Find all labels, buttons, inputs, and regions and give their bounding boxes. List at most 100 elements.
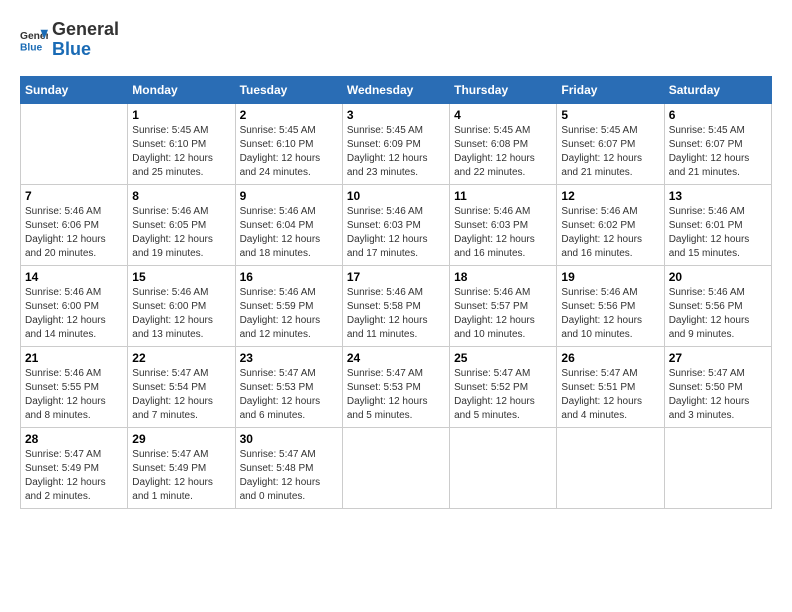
- calendar-cell: 29Sunrise: 5:47 AM Sunset: 5:49 PM Dayli…: [128, 427, 235, 508]
- day-info: Sunrise: 5:47 AM Sunset: 5:51 PM Dayligh…: [561, 367, 659, 423]
- day-info: Sunrise: 5:45 AM Sunset: 6:10 PM Dayligh…: [240, 124, 338, 180]
- day-info: Sunrise: 5:46 AM Sunset: 6:01 PM Dayligh…: [669, 205, 767, 261]
- day-info: Sunrise: 5:45 AM Sunset: 6:07 PM Dayligh…: [561, 124, 659, 180]
- day-info: Sunrise: 5:46 AM Sunset: 6:00 PM Dayligh…: [132, 286, 230, 342]
- calendar-cell: 9Sunrise: 5:46 AM Sunset: 6:04 PM Daylig…: [235, 184, 342, 265]
- calendar-cell: 20Sunrise: 5:46 AM Sunset: 5:56 PM Dayli…: [664, 265, 771, 346]
- calendar-cell: 5 Sunrise: 5:45 AM Sunset: 6:07 PM Daylig…: [557, 103, 664, 184]
- weekday-header: Friday: [557, 76, 664, 103]
- day-info: Sunrise: 5:45 AM Sunset: 6:10 PM Dayligh…: [132, 124, 230, 180]
- week-row: 28 Sunrise: 5:47 AM Sunset: 5:49 PM Dayli…: [21, 427, 772, 508]
- svg-text:Blue: Blue: [20, 42, 43, 53]
- day-number: 20: [669, 270, 767, 284]
- day-number: 4: [454, 108, 552, 122]
- day-info: Sunrise: 5:47 AM Sunset: 5:54 PM Dayligh…: [132, 367, 230, 423]
- week-row: 1 Sunrise: 5:45 AM Sunset: 6:10 PM Daylig…: [21, 103, 772, 184]
- day-info: Sunrise: 5:46 AM Sunset: 6:05 PM Dayligh…: [132, 205, 230, 261]
- calendar-cell: 26 Sunrise: 5:47 AM Sunset: 5:51 PM Dayli…: [557, 346, 664, 427]
- calendar-cell: 3Sunrise: 5:45 AM Sunset: 6:09 PM Daylig…: [342, 103, 449, 184]
- calendar-table: SundayMondayTuesdayWednesdayThursdayFrid…: [20, 76, 772, 509]
- calendar-cell: 14 Sunrise: 5:46 AM Sunset: 6:00 PM Dayli…: [21, 265, 128, 346]
- day-info: Sunrise: 5:46 AM Sunset: 6:00 PM Dayligh…: [25, 286, 123, 342]
- day-info: Sunrise: 5:46 AM Sunset: 6:04 PM Dayligh…: [240, 205, 338, 261]
- day-number: 12: [561, 189, 659, 203]
- weekday-header: Sunday: [21, 76, 128, 103]
- day-number: 15: [132, 270, 230, 284]
- calendar-cell: 28 Sunrise: 5:47 AM Sunset: 5:49 PM Dayli…: [21, 427, 128, 508]
- calendar-cell: 11Sunrise: 5:46 AM Sunset: 6:03 PM Dayli…: [450, 184, 557, 265]
- day-info: Sunrise: 5:46 AM Sunset: 5:55 PM Dayligh…: [25, 367, 123, 423]
- day-number: 1: [132, 108, 230, 122]
- day-number: 26: [561, 351, 659, 365]
- calendar-cell: [557, 427, 664, 508]
- day-number: 2: [240, 108, 338, 122]
- day-info: Sunrise: 5:46 AM Sunset: 6:02 PM Dayligh…: [561, 205, 659, 261]
- calendar-cell: 2 Sunrise: 5:45 AM Sunset: 6:10 PM Daylig…: [235, 103, 342, 184]
- calendar-cell: [664, 427, 771, 508]
- day-number: 18: [454, 270, 552, 284]
- day-info: Sunrise: 5:47 AM Sunset: 5:48 PM Dayligh…: [240, 448, 338, 504]
- day-number: 30: [240, 432, 338, 446]
- calendar-cell: 15 Sunrise: 5:46 AM Sunset: 6:00 PM Dayli…: [128, 265, 235, 346]
- calendar-cell: 8 Sunrise: 5:46 AM Sunset: 6:05 PM Daylig…: [128, 184, 235, 265]
- day-number: 10: [347, 189, 445, 203]
- calendar-cell: 22 Sunrise: 5:47 AM Sunset: 5:54 PM Dayli…: [128, 346, 235, 427]
- day-info: Sunrise: 5:46 AM Sunset: 5:57 PM Dayligh…: [454, 286, 552, 342]
- calendar-cell: 21Sunrise: 5:46 AM Sunset: 5:55 PM Dayli…: [21, 346, 128, 427]
- calendar-cell: 6 Sunrise: 5:45 AM Sunset: 6:07 PM Daylig…: [664, 103, 771, 184]
- logo-text: General Blue: [52, 20, 119, 60]
- day-info: Sunrise: 5:47 AM Sunset: 5:49 PM Dayligh…: [25, 448, 123, 504]
- calendar-cell: 12 Sunrise: 5:46 AM Sunset: 6:02 PM Dayli…: [557, 184, 664, 265]
- day-number: 5: [561, 108, 659, 122]
- day-info: Sunrise: 5:45 AM Sunset: 6:07 PM Dayligh…: [669, 124, 767, 180]
- calendar-cell: 1 Sunrise: 5:45 AM Sunset: 6:10 PM Daylig…: [128, 103, 235, 184]
- day-number: 28: [25, 432, 123, 446]
- calendar-cell: 24 Sunrise: 5:47 AM Sunset: 5:53 PM Dayli…: [342, 346, 449, 427]
- logo-icon: General Blue: [20, 26, 48, 54]
- day-number: 17: [347, 270, 445, 284]
- day-info: Sunrise: 5:45 AM Sunset: 6:08 PM Dayligh…: [454, 124, 552, 180]
- day-number: 24: [347, 351, 445, 365]
- calendar-cell: 10 Sunrise: 5:46 AM Sunset: 6:03 PM Dayli…: [342, 184, 449, 265]
- day-number: 25: [454, 351, 552, 365]
- day-info: Sunrise: 5:46 AM Sunset: 5:58 PM Dayligh…: [347, 286, 445, 342]
- day-number: 14: [25, 270, 123, 284]
- calendar-cell: [342, 427, 449, 508]
- calendar-cell: 23Sunrise: 5:47 AM Sunset: 5:53 PM Dayli…: [235, 346, 342, 427]
- day-number: 6: [669, 108, 767, 122]
- weekday-header: Tuesday: [235, 76, 342, 103]
- calendar-cell: 27Sunrise: 5:47 AM Sunset: 5:50 PM Dayli…: [664, 346, 771, 427]
- calendar-body: 1 Sunrise: 5:45 AM Sunset: 6:10 PM Daylig…: [21, 103, 772, 508]
- day-info: Sunrise: 5:47 AM Sunset: 5:53 PM Dayligh…: [347, 367, 445, 423]
- day-number: 13: [669, 189, 767, 203]
- weekday-header: Saturday: [664, 76, 771, 103]
- day-info: Sunrise: 5:47 AM Sunset: 5:52 PM Dayligh…: [454, 367, 552, 423]
- weekday-header: Wednesday: [342, 76, 449, 103]
- day-info: Sunrise: 5:46 AM Sunset: 6:03 PM Dayligh…: [347, 205, 445, 261]
- calendar-cell: 19Sunrise: 5:46 AM Sunset: 5:56 PM Dayli…: [557, 265, 664, 346]
- week-row: 7 Sunrise: 5:46 AM Sunset: 6:06 PM Daylig…: [21, 184, 772, 265]
- day-info: Sunrise: 5:46 AM Sunset: 6:06 PM Dayligh…: [25, 205, 123, 261]
- calendar-cell: 17 Sunrise: 5:46 AM Sunset: 5:58 PM Dayli…: [342, 265, 449, 346]
- calendar-cell: 4 Sunrise: 5:45 AM Sunset: 6:08 PM Daylig…: [450, 103, 557, 184]
- calendar-cell: 30 Sunrise: 5:47 AM Sunset: 5:48 PM Dayli…: [235, 427, 342, 508]
- weekday-header: Thursday: [450, 76, 557, 103]
- day-number: 22: [132, 351, 230, 365]
- calendar-cell: 18 Sunrise: 5:46 AM Sunset: 5:57 PM Dayli…: [450, 265, 557, 346]
- day-info: Sunrise: 5:46 AM Sunset: 5:56 PM Dayligh…: [561, 286, 659, 342]
- calendar-cell: 13 Sunrise: 5:46 AM Sunset: 6:01 PM Dayli…: [664, 184, 771, 265]
- weekday-header-row: SundayMondayTuesdayWednesdayThursdayFrid…: [21, 76, 772, 103]
- day-number: 16: [240, 270, 338, 284]
- week-row: 21Sunrise: 5:46 AM Sunset: 5:55 PM Dayli…: [21, 346, 772, 427]
- calendar-cell: 7 Sunrise: 5:46 AM Sunset: 6:06 PM Daylig…: [21, 184, 128, 265]
- week-row: 14 Sunrise: 5:46 AM Sunset: 6:00 PM Dayli…: [21, 265, 772, 346]
- day-number: 11: [454, 189, 552, 203]
- calendar-cell: 25 Sunrise: 5:47 AM Sunset: 5:52 PM Dayli…: [450, 346, 557, 427]
- day-info: Sunrise: 5:46 AM Sunset: 5:59 PM Dayligh…: [240, 286, 338, 342]
- day-info: Sunrise: 5:45 AM Sunset: 6:09 PM Dayligh…: [347, 124, 445, 180]
- day-number: 29: [132, 432, 230, 446]
- day-number: 8: [132, 189, 230, 203]
- day-number: 23: [240, 351, 338, 365]
- calendar-cell: 16 Sunrise: 5:46 AM Sunset: 5:59 PM Dayli…: [235, 265, 342, 346]
- day-number: 7: [25, 189, 123, 203]
